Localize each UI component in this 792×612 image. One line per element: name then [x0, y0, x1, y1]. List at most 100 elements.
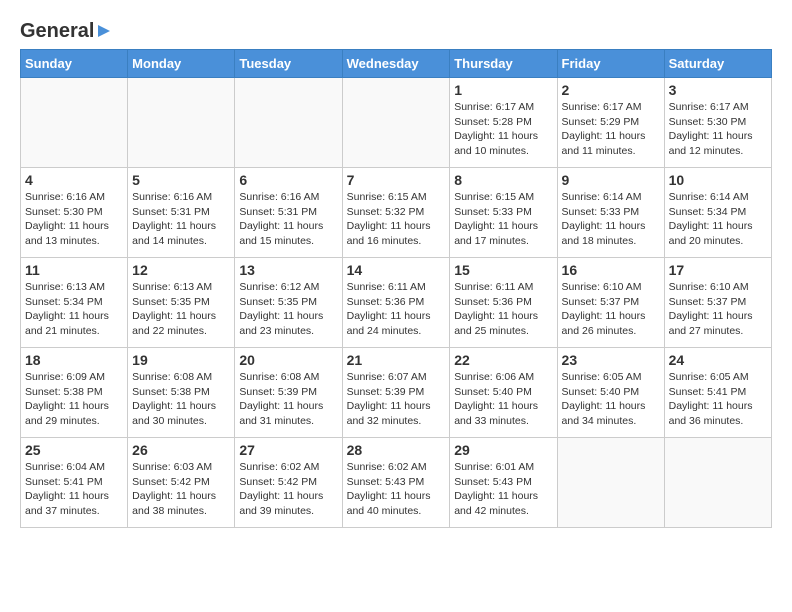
day-info: Sunrise: 6:05 AM Sunset: 5:41 PM Dayligh…	[669, 370, 767, 429]
day-number: 8	[454, 172, 552, 188]
day-number: 3	[669, 82, 767, 98]
calendar-cell: 2Sunrise: 6:17 AM Sunset: 5:29 PM Daylig…	[557, 78, 664, 168]
calendar-cell: 27 Sunrise: 6:02 AM Sunset: 5:42 PM Dayli…	[235, 438, 342, 528]
week-row-4: 25Sunrise: 6:04 AM Sunset: 5:41 PM Dayli…	[21, 438, 772, 528]
header-wednesday: Wednesday	[342, 50, 450, 78]
calendar-cell: 13 Sunrise: 6:12 AM Sunset: 5:35 PM Dayli…	[235, 258, 342, 348]
calendar-cell: 6 Sunrise: 6:16 AM Sunset: 5:31 PM Daylig…	[235, 168, 342, 258]
day-number: 15	[454, 262, 552, 278]
calendar-cell: 21 Sunrise: 6:07 AM Sunset: 5:39 PM Dayli…	[342, 348, 450, 438]
calendar-cell: 4 Sunrise: 6:16 AM Sunset: 5:30 PM Daylig…	[21, 168, 128, 258]
calendar-cell: 25Sunrise: 6:04 AM Sunset: 5:41 PM Dayli…	[21, 438, 128, 528]
calendar-cell	[664, 438, 771, 528]
week-row-0: 1 Sunrise: 6:17 AM Sunset: 5:28 PM Daylig…	[21, 78, 772, 168]
day-number: 16	[562, 262, 660, 278]
day-number: 22	[454, 352, 552, 368]
calendar-cell	[557, 438, 664, 528]
calendar-cell: 15 Sunrise: 6:11 AM Sunset: 5:36 PM Dayli…	[450, 258, 557, 348]
day-number: 13	[239, 262, 337, 278]
day-info: Sunrise: 6:11 AM Sunset: 5:36 PM Dayligh…	[454, 280, 552, 339]
day-number: 4	[25, 172, 123, 188]
day-info: Sunrise: 6:08 AM Sunset: 5:39 PM Dayligh…	[239, 370, 337, 429]
day-number: 5	[132, 172, 230, 188]
calendar-cell	[235, 78, 342, 168]
day-info: Sunrise: 6:01 AM Sunset: 5:43 PM Dayligh…	[454, 460, 552, 519]
calendar-cell: 10 Sunrise: 6:14 AM Sunset: 5:34 PM Dayli…	[664, 168, 771, 258]
calendar-cell: 19 Sunrise: 6:08 AM Sunset: 5:38 PM Dayli…	[128, 348, 235, 438]
day-number: 24	[669, 352, 767, 368]
day-info: Sunrise: 6:02 AM Sunset: 5:42 PM Dayligh…	[239, 460, 337, 519]
calendar-cell: 28 Sunrise: 6:02 AM Sunset: 5:43 PM Dayli…	[342, 438, 450, 528]
calendar-cell: 5 Sunrise: 6:16 AM Sunset: 5:31 PM Daylig…	[128, 168, 235, 258]
day-number: 28	[347, 442, 446, 458]
calendar-cell: 23Sunrise: 6:05 AM Sunset: 5:40 PM Dayli…	[557, 348, 664, 438]
day-number: 12	[132, 262, 230, 278]
calendar-cell: 9 Sunrise: 6:14 AM Sunset: 5:33 PM Daylig…	[557, 168, 664, 258]
calendar-cell: 26 Sunrise: 6:03 AM Sunset: 5:42 PM Dayli…	[128, 438, 235, 528]
calendar-cell	[21, 78, 128, 168]
day-info: Sunrise: 6:05 AM Sunset: 5:40 PM Dayligh…	[562, 370, 660, 429]
calendar-cell: 20Sunrise: 6:08 AM Sunset: 5:39 PM Dayli…	[235, 348, 342, 438]
day-info: Sunrise: 6:02 AM Sunset: 5:43 PM Dayligh…	[347, 460, 446, 519]
calendar-cell: 17Sunrise: 6:10 AM Sunset: 5:37 PM Dayli…	[664, 258, 771, 348]
header-thursday: Thursday	[450, 50, 557, 78]
day-number: 18	[25, 352, 123, 368]
calendar-cell: 3 Sunrise: 6:17 AM Sunset: 5:30 PM Daylig…	[664, 78, 771, 168]
day-info: Sunrise: 6:16 AM Sunset: 5:30 PM Dayligh…	[25, 190, 123, 249]
day-info: Sunrise: 6:07 AM Sunset: 5:39 PM Dayligh…	[347, 370, 446, 429]
day-info: Sunrise: 6:16 AM Sunset: 5:31 PM Dayligh…	[132, 190, 230, 249]
day-info: Sunrise: 6:10 AM Sunset: 5:37 PM Dayligh…	[669, 280, 767, 339]
calendar-cell: 12 Sunrise: 6:13 AM Sunset: 5:35 PM Dayli…	[128, 258, 235, 348]
calendar-cell: 1 Sunrise: 6:17 AM Sunset: 5:28 PM Daylig…	[450, 78, 557, 168]
calendar-cell: 29 Sunrise: 6:01 AM Sunset: 5:43 PM Dayli…	[450, 438, 557, 528]
day-number: 2	[562, 82, 660, 98]
day-number: 27	[239, 442, 337, 458]
header-sunday: Sunday	[21, 50, 128, 78]
day-info: Sunrise: 6:09 AM Sunset: 5:38 PM Dayligh…	[25, 370, 123, 429]
day-number: 14	[347, 262, 446, 278]
day-number: 19	[132, 352, 230, 368]
day-info: Sunrise: 6:17 AM Sunset: 5:28 PM Dayligh…	[454, 100, 552, 159]
calendar-cell: 11 Sunrise: 6:13 AM Sunset: 5:34 PM Dayli…	[21, 258, 128, 348]
calendar-cell: 7 Sunrise: 6:15 AM Sunset: 5:32 PM Daylig…	[342, 168, 450, 258]
calendar-cell: 22 Sunrise: 6:06 AM Sunset: 5:40 PM Dayli…	[450, 348, 557, 438]
calendar-cell	[128, 78, 235, 168]
day-info: Sunrise: 6:13 AM Sunset: 5:34 PM Dayligh…	[25, 280, 123, 339]
day-info: Sunrise: 6:15 AM Sunset: 5:32 PM Dayligh…	[347, 190, 446, 249]
day-info: Sunrise: 6:13 AM Sunset: 5:35 PM Dayligh…	[132, 280, 230, 339]
day-number: 6	[239, 172, 337, 188]
logo-general-text: General	[20, 20, 94, 43]
day-number: 29	[454, 442, 552, 458]
day-info: Sunrise: 6:16 AM Sunset: 5:31 PM Dayligh…	[239, 190, 337, 249]
week-row-1: 4 Sunrise: 6:16 AM Sunset: 5:30 PM Daylig…	[21, 168, 772, 258]
header: General	[20, 20, 772, 39]
day-info: Sunrise: 6:03 AM Sunset: 5:42 PM Dayligh…	[132, 460, 230, 519]
day-number: 1	[454, 82, 552, 98]
day-info: Sunrise: 6:17 AM Sunset: 5:30 PM Dayligh…	[669, 100, 767, 159]
calendar: SundayMondayTuesdayWednesdayThursdayFrid…	[20, 49, 772, 528]
calendar-cell: 24 Sunrise: 6:05 AM Sunset: 5:41 PM Dayli…	[664, 348, 771, 438]
day-info: Sunrise: 6:14 AM Sunset: 5:34 PM Dayligh…	[669, 190, 767, 249]
day-info: Sunrise: 6:04 AM Sunset: 5:41 PM Dayligh…	[25, 460, 123, 519]
header-monday: Monday	[128, 50, 235, 78]
calendar-cell: 8 Sunrise: 6:15 AM Sunset: 5:33 PM Daylig…	[450, 168, 557, 258]
day-info: Sunrise: 6:12 AM Sunset: 5:35 PM Dayligh…	[239, 280, 337, 339]
day-number: 11	[25, 262, 123, 278]
calendar-cell	[342, 78, 450, 168]
week-row-2: 11 Sunrise: 6:13 AM Sunset: 5:34 PM Dayli…	[21, 258, 772, 348]
header-friday: Friday	[557, 50, 664, 78]
day-number: 26	[132, 442, 230, 458]
day-number: 21	[347, 352, 446, 368]
logo: General	[20, 20, 112, 39]
day-number: 10	[669, 172, 767, 188]
day-number: 7	[347, 172, 446, 188]
calendar-cell: 18 Sunrise: 6:09 AM Sunset: 5:38 PM Dayli…	[21, 348, 128, 438]
day-number: 9	[562, 172, 660, 188]
day-info: Sunrise: 6:14 AM Sunset: 5:33 PM Dayligh…	[562, 190, 660, 249]
day-info: Sunrise: 6:15 AM Sunset: 5:33 PM Dayligh…	[454, 190, 552, 249]
day-info: Sunrise: 6:06 AM Sunset: 5:40 PM Dayligh…	[454, 370, 552, 429]
day-info: Sunrise: 6:08 AM Sunset: 5:38 PM Dayligh…	[132, 370, 230, 429]
day-info: Sunrise: 6:11 AM Sunset: 5:36 PM Dayligh…	[347, 280, 446, 339]
day-info: Sunrise: 6:10 AM Sunset: 5:37 PM Dayligh…	[562, 280, 660, 339]
calendar-cell: 14 Sunrise: 6:11 AM Sunset: 5:36 PM Dayli…	[342, 258, 450, 348]
